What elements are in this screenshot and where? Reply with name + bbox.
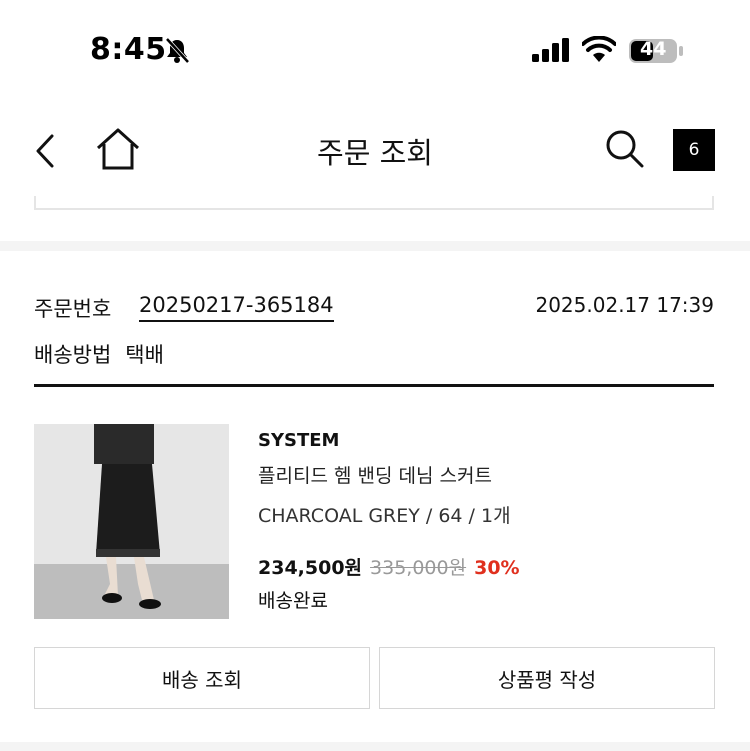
- delivery-status: 배송완료: [258, 590, 328, 612]
- order-number-link[interactable]: 20250217-365184: [139, 293, 334, 322]
- product-image[interactable]: [34, 424, 229, 619]
- track-delivery-button[interactable]: 배송 조회: [34, 647, 370, 709]
- section-divider: [0, 241, 750, 251]
- bottom-divider: [0, 742, 750, 751]
- status-bar: 8:45 44: [0, 0, 750, 100]
- product-option: CHARCOAL GREY / 64 / 1개: [258, 505, 511, 527]
- product-brand: SYSTEM: [258, 430, 340, 451]
- order-info-row: 주문번호 20250217-365184 2025.02.17 17:39: [34, 291, 714, 325]
- wifi-icon: [582, 36, 616, 62]
- sale-price: 234,500원: [258, 557, 363, 579]
- battery-level: 44: [640, 38, 667, 60]
- shipping-method-label: 배송방법: [34, 343, 112, 367]
- write-review-button[interactable]: 상품평 작성: [379, 647, 715, 709]
- price-row: 234,500원 335,000원 30%: [258, 553, 520, 580]
- status-time: 8:45: [90, 32, 167, 67]
- order-date: 2025.02.17 17:39: [535, 293, 714, 317]
- bell-slash-icon: [165, 37, 190, 64]
- cellular-signal-icon: [532, 38, 569, 62]
- shipping-method-value: 택배: [125, 343, 164, 367]
- shipping-row: 배송방법 택배: [34, 339, 178, 369]
- original-price: 335,000원: [370, 557, 467, 579]
- search-icon: [606, 130, 644, 168]
- search-button[interactable]: [604, 128, 646, 170]
- previous-card-edge: [34, 196, 714, 210]
- nav-bar: 주문 조회 6: [0, 100, 750, 200]
- cart-button[interactable]: 6: [673, 129, 715, 171]
- order-number-label: 주문번호: [34, 297, 112, 321]
- product-photo: [34, 424, 229, 619]
- product-name[interactable]: 플리티드 헴 밴딩 데님 스커트: [258, 461, 492, 488]
- order-divider: [34, 384, 714, 387]
- discount-rate: 30%: [474, 557, 520, 579]
